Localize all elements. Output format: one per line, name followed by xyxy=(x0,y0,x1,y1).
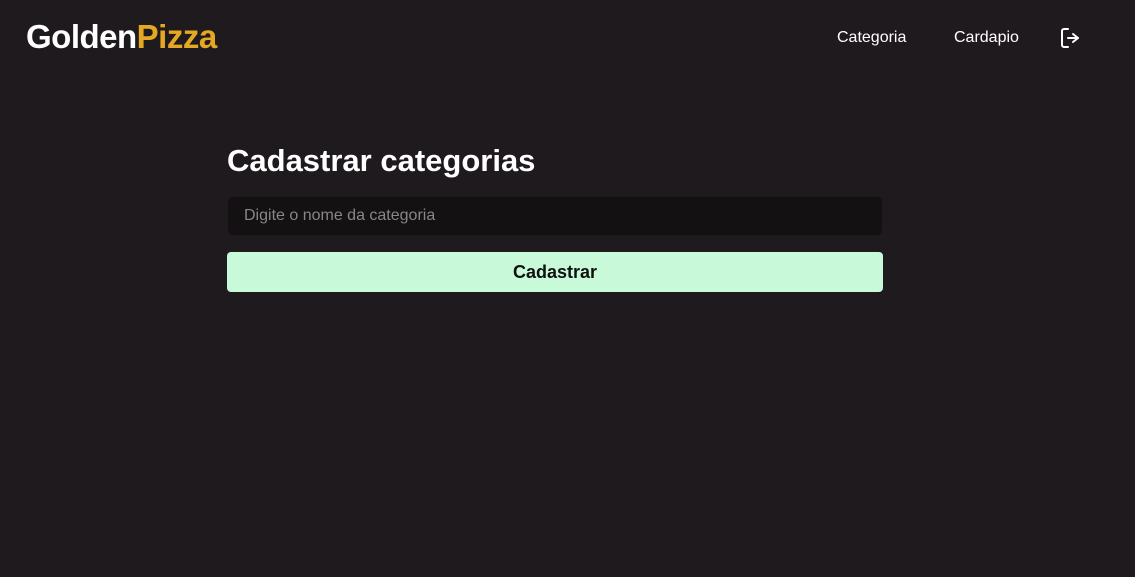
category-name-input[interactable] xyxy=(228,197,882,235)
nav-categoria-link[interactable]: Categoria xyxy=(837,28,906,48)
category-form-section: Cadastrar categorias Cadastrar xyxy=(227,143,883,292)
top-header: GoldenPizza Categoria Cardapio xyxy=(0,0,1135,78)
logout-icon xyxy=(1061,28,1079,48)
logout-button[interactable] xyxy=(1059,26,1083,50)
golden-pizza-logo[interactable]: GoldenPizza xyxy=(26,18,217,56)
logo-golden-text: Golden xyxy=(26,18,137,55)
page-title: Cadastrar categorias xyxy=(227,143,536,178)
cadastrar-button[interactable]: Cadastrar xyxy=(227,252,883,292)
logo-pizza-text: Pizza xyxy=(136,18,218,55)
nav-cardapio-link[interactable]: Cardapio xyxy=(954,28,1019,48)
